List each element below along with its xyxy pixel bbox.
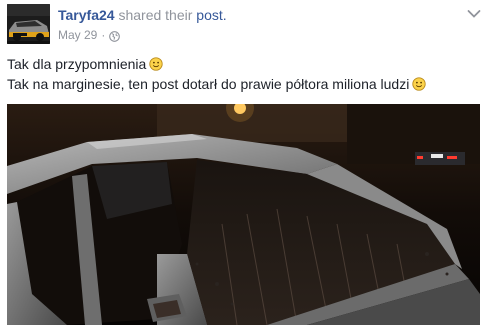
post-timestamp-line: May 29 · xyxy=(58,27,461,43)
post-title-line: Taryfa24 shared their post. xyxy=(58,6,461,24)
post-meta: Taryfa24 shared their post. May 29 · xyxy=(58,6,461,43)
post-text-line-2-content: Tak na marginesie, ten post dotarł do pr… xyxy=(7,76,410,92)
shared-post: Taryfa24 shared their post. May 29 · Tak… xyxy=(0,0,488,325)
author-name[interactable]: Taryfa24 xyxy=(58,7,115,23)
post-text-line-1: Tak dla przypomnienia xyxy=(7,54,481,74)
post-text-line-2: Tak na marginesie, ten post dotarł do pr… xyxy=(7,74,481,94)
shared-post-link[interactable]: post. xyxy=(196,7,226,23)
shared-text: shared their xyxy=(118,7,193,23)
chevron-down-icon[interactable] xyxy=(467,6,481,18)
avatar[interactable] xyxy=(7,4,50,44)
globe-icon[interactable] xyxy=(109,30,121,42)
smiley-icon xyxy=(412,76,426,91)
post-text-line-1-content: Tak dla przypomnienia xyxy=(7,56,147,72)
post-date[interactable]: May 29 xyxy=(58,27,97,43)
post-header: Taryfa24 shared their post. May 29 · xyxy=(7,4,481,44)
separator-dot: · xyxy=(101,28,106,42)
smiley-icon xyxy=(149,56,163,71)
post-text: Tak dla przypomnienia Tak na marginesie,… xyxy=(7,54,481,94)
post-photo[interactable] xyxy=(7,104,480,325)
